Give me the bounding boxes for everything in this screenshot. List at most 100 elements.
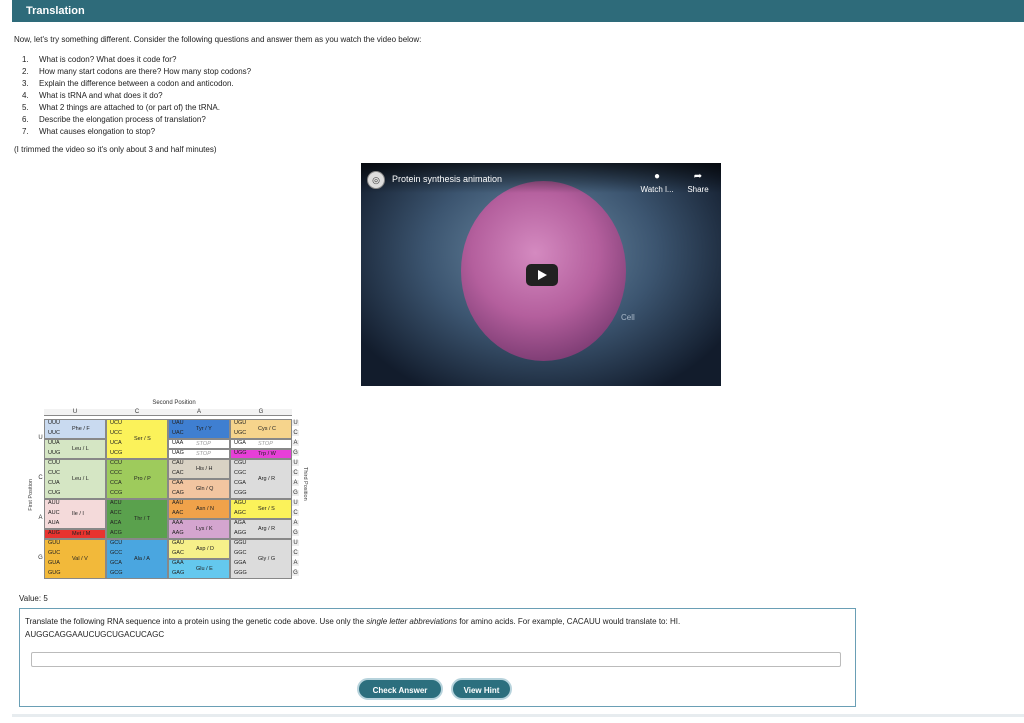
codon-label: UCA xyxy=(110,440,122,446)
prompt-start: Translate the following RNA sequence int… xyxy=(25,617,367,626)
third-base-label: A xyxy=(292,480,299,486)
codon-label: CGA xyxy=(234,480,246,486)
codon-label: AAA xyxy=(172,520,184,526)
amino-acid-label: Leu / L xyxy=(72,476,89,482)
question-text: What is codon? What does it code for? xyxy=(39,55,177,64)
codon-label: AUC xyxy=(48,510,60,516)
codon-label: GGG xyxy=(234,570,247,576)
codon-label: AUU xyxy=(48,500,60,506)
value-label: Value: 5 xyxy=(19,594,48,603)
third-base-label: U xyxy=(292,420,299,426)
amino-acid-label: Phe / F xyxy=(72,426,90,432)
third-base-label: U xyxy=(292,500,299,506)
view-hint-button[interactable]: View Hint xyxy=(451,678,512,700)
video-title[interactable]: Protein synthesis animation xyxy=(392,174,502,184)
question-text: How many start codons are there? How man… xyxy=(39,67,252,76)
check-answer-button[interactable]: Check Answer xyxy=(357,678,443,700)
channel-avatar-icon[interactable]: ◎ xyxy=(367,171,385,189)
third-base-label: U xyxy=(292,540,299,546)
amino-acid-label: Thr / T xyxy=(134,516,151,522)
codon-label: AUG xyxy=(48,530,60,536)
codon-label: AAG xyxy=(172,530,184,536)
codon-label: UAA xyxy=(172,440,184,446)
codon-label: GUC xyxy=(48,550,61,556)
codon-label: CCA xyxy=(110,480,122,486)
prompt-end: for amino acids. For example, CACAUU wou… xyxy=(456,617,681,626)
second-base-header: G xyxy=(230,409,292,416)
amino-acid-label: STOP xyxy=(258,441,273,447)
video-player[interactable]: Cell ◎ Protein synthesis animation ● Wat… xyxy=(361,163,721,386)
codon-label: GUG xyxy=(48,570,61,576)
codon-label: UAU xyxy=(172,420,184,426)
amino-acid-label: Pro / P xyxy=(134,476,151,482)
amino-acid-label: Trp / W xyxy=(258,451,276,457)
footer-divider xyxy=(12,714,1024,717)
codon-label: UGC xyxy=(234,430,247,436)
codon-label: GAU xyxy=(172,540,184,546)
codon-label: ACG xyxy=(110,530,122,536)
codon-label: AGG xyxy=(234,530,247,536)
question-number: 5. xyxy=(22,103,29,112)
amino-acid-label: Ala / A xyxy=(134,556,150,562)
question-box: Translate the following RNA sequence int… xyxy=(19,608,856,707)
codon-label: UGG xyxy=(234,450,247,456)
third-base-label: A xyxy=(292,440,299,446)
first-base-label: G xyxy=(38,555,43,561)
first-base-label: C xyxy=(38,475,43,481)
play-button[interactable] xyxy=(526,264,558,286)
answer-input[interactable] xyxy=(31,652,841,667)
codon-label: CCC xyxy=(110,470,122,476)
question-number: 1. xyxy=(22,55,29,64)
question-item: 2. How many start codons are there? How m… xyxy=(22,66,251,78)
codon-label: GUA xyxy=(48,560,60,566)
codon-label: GCC xyxy=(110,550,123,556)
codon-label: UGA xyxy=(234,440,246,446)
question-number: 3. xyxy=(22,79,29,88)
question-text: What 2 things are attached to (or part o… xyxy=(39,103,220,112)
third-base-label: A xyxy=(292,520,299,526)
codon-label: ACC xyxy=(110,510,122,516)
codon-label: UAC xyxy=(172,430,184,436)
watch-later-label: Watch l... xyxy=(640,185,674,194)
question-text: What causes elongation to stop? xyxy=(39,127,156,136)
amino-acid-label: Gln / Q xyxy=(196,486,214,492)
amino-acid-label: Arg / R xyxy=(258,476,276,482)
codon-label: GCG xyxy=(110,570,123,576)
codon-label: CUG xyxy=(48,490,61,496)
question-number: 6. xyxy=(22,115,29,124)
amino-acid-label: Arg / R xyxy=(258,526,276,532)
codon-label: CGG xyxy=(234,490,247,496)
share-button[interactable]: ➦ Share xyxy=(681,171,715,194)
codon-label: GAC xyxy=(172,550,184,556)
amino-acid-label: STOP xyxy=(196,441,211,447)
watch-later-button[interactable]: ● Watch l... xyxy=(637,171,677,194)
codon-table: Second Position First Position Third Posit… xyxy=(28,399,318,581)
codon-label: CAC xyxy=(172,470,184,476)
first-base-label: U xyxy=(38,435,43,441)
codon-label: UUC xyxy=(48,430,60,436)
codon-label: CAU xyxy=(172,460,184,466)
question-number: 7. xyxy=(22,127,29,136)
codon-label: CUC xyxy=(48,470,60,476)
question-text: What is tRNA and what does it do? xyxy=(39,91,163,100)
third-position-label: Third Position xyxy=(302,467,308,501)
codon-label: GGC xyxy=(234,550,247,556)
third-base-label: C xyxy=(292,550,299,556)
codon-label: UUG xyxy=(48,450,61,456)
third-base-label: C xyxy=(292,510,299,516)
second-position-label: Second Position xyxy=(152,400,196,406)
question-list: 1. What is codon? What does it code for? 2… xyxy=(22,54,251,138)
clock-icon: ● xyxy=(653,171,661,182)
video-note: (I trimmed the video so it's only about … xyxy=(14,145,217,154)
amino-acid-label: Asp / D xyxy=(196,546,215,552)
third-base-label: C xyxy=(292,430,299,436)
amino-acid-label: Tyr / Y xyxy=(196,426,212,432)
intro-text: Now, let's try something different. Cons… xyxy=(14,35,422,44)
amino-acid-label: Val / V xyxy=(72,556,88,562)
third-base-label: G xyxy=(292,530,299,536)
codon-label: CAG xyxy=(172,490,184,496)
codon-label: GCU xyxy=(110,540,123,546)
question-item: 1. What is codon? What does it code for? xyxy=(22,54,251,66)
second-base-header: C xyxy=(106,409,168,416)
rna-sequence: AUGGCAGGAAUCUGCUGACUCAGC xyxy=(25,630,165,639)
